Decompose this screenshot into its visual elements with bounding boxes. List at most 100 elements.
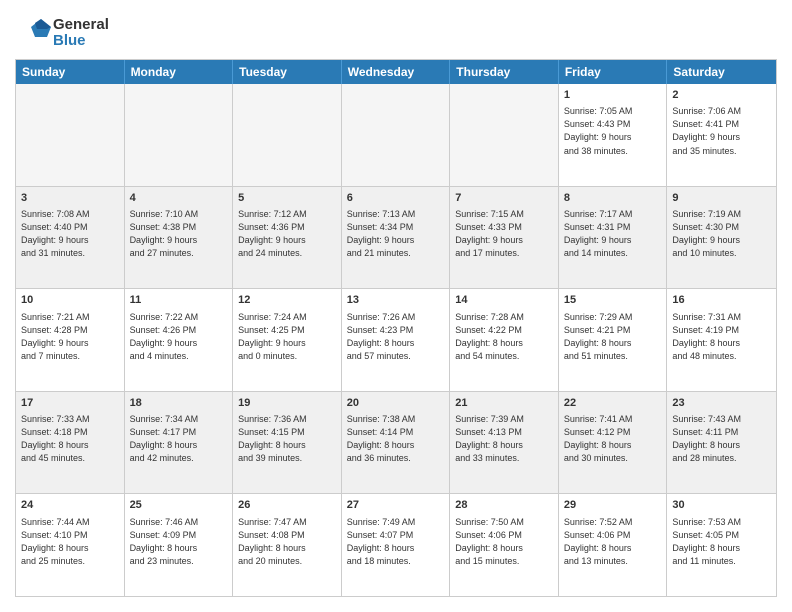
logo: General Blue (15, 15, 109, 51)
cal-cell: 13 Sunrise: 7:26 AM Sunset: 4:23 PM Dayli… (342, 289, 451, 391)
cell-info: Sunrise: 7:44 AM Sunset: 4:10 PM Dayligh… (21, 516, 119, 568)
cell-info: Sunrise: 7:49 AM Sunset: 4:07 PM Dayligh… (347, 516, 445, 568)
cell-info: Sunrise: 7:19 AM Sunset: 4:30 PM Dayligh… (672, 208, 771, 260)
cal-cell: 29 Sunrise: 7:52 AM Sunset: 4:06 PM Dayli… (559, 494, 668, 596)
day-number: 5 (238, 191, 336, 206)
cal-cell: 6 Sunrise: 7:13 AM Sunset: 4:34 PM Daylig… (342, 187, 451, 289)
cal-cell: 12 Sunrise: 7:24 AM Sunset: 4:25 PM Dayli… (233, 289, 342, 391)
cell-info: Sunrise: 7:13 AM Sunset: 4:34 PM Dayligh… (347, 208, 445, 260)
day-number: 4 (130, 191, 228, 206)
cal-header-day: Monday (125, 60, 234, 84)
day-number: 30 (672, 498, 771, 513)
cell-info: Sunrise: 7:22 AM Sunset: 4:26 PM Dayligh… (130, 311, 228, 363)
cell-info: Sunrise: 7:10 AM Sunset: 4:38 PM Dayligh… (130, 208, 228, 260)
cal-cell (342, 84, 451, 186)
day-number: 25 (130, 498, 228, 513)
day-number: 23 (672, 396, 771, 411)
cell-info: Sunrise: 7:33 AM Sunset: 4:18 PM Dayligh… (21, 413, 119, 465)
cal-cell: 23 Sunrise: 7:43 AM Sunset: 4:11 PM Dayli… (667, 392, 776, 494)
logo-svg (15, 15, 51, 51)
cal-header-day: Tuesday (233, 60, 342, 84)
cal-cell: 7 Sunrise: 7:15 AM Sunset: 4:33 PM Daylig… (450, 187, 559, 289)
cal-cell (16, 84, 125, 186)
day-number: 19 (238, 396, 336, 411)
cell-info: Sunrise: 7:53 AM Sunset: 4:05 PM Dayligh… (672, 516, 771, 568)
cell-info: Sunrise: 7:38 AM Sunset: 4:14 PM Dayligh… (347, 413, 445, 465)
cell-info: Sunrise: 7:17 AM Sunset: 4:31 PM Dayligh… (564, 208, 662, 260)
cal-cell: 5 Sunrise: 7:12 AM Sunset: 4:36 PM Daylig… (233, 187, 342, 289)
logo-line1: General (53, 17, 109, 34)
cell-info: Sunrise: 7:39 AM Sunset: 4:13 PM Dayligh… (455, 413, 553, 465)
cal-cell: 11 Sunrise: 7:22 AM Sunset: 4:26 PM Dayli… (125, 289, 234, 391)
day-number: 18 (130, 396, 228, 411)
cal-cell: 1 Sunrise: 7:05 AM Sunset: 4:43 PM Daylig… (559, 84, 668, 186)
day-number: 22 (564, 396, 662, 411)
day-number: 6 (347, 191, 445, 206)
cell-info: Sunrise: 7:12 AM Sunset: 4:36 PM Dayligh… (238, 208, 336, 260)
day-number: 27 (347, 498, 445, 513)
cell-info: Sunrise: 7:21 AM Sunset: 4:28 PM Dayligh… (21, 311, 119, 363)
cal-cell: 19Sunrise: 7:36 AM Sunset: 4:15 PM Dayli… (233, 392, 342, 494)
cell-info: Sunrise: 7:05 AM Sunset: 4:43 PM Dayligh… (564, 105, 662, 157)
day-number: 28 (455, 498, 553, 513)
cal-cell: 10 Sunrise: 7:21 AM Sunset: 4:28 PM Dayli… (16, 289, 125, 391)
calendar: SundayMondayTuesdayWednesdayThursdayFrid… (15, 59, 777, 597)
day-number: 10 (21, 293, 119, 308)
day-number: 13 (347, 293, 445, 308)
cal-week-row: 3Sunrise: 7:08 AM Sunset: 4:40 PM Daylig… (16, 187, 776, 290)
day-number: 14 (455, 293, 553, 308)
cal-cell: 28 Sunrise: 7:50 AM Sunset: 4:06 PM Dayli… (450, 494, 559, 596)
cal-cell: 14 Sunrise: 7:28 AM Sunset: 4:22 PM Dayli… (450, 289, 559, 391)
day-number: 11 (130, 293, 228, 308)
calendar-body: 1 Sunrise: 7:05 AM Sunset: 4:43 PM Daylig… (16, 84, 776, 596)
day-number: 7 (455, 191, 553, 206)
day-number: 16 (672, 293, 771, 308)
cell-info: Sunrise: 7:26 AM Sunset: 4:23 PM Dayligh… (347, 311, 445, 363)
cal-cell: 8Sunrise: 7:17 AM Sunset: 4:31 PM Daylig… (559, 187, 668, 289)
page: General Blue SundayMondayTuesdayWednesda… (0, 0, 792, 612)
cal-week-row: 10 Sunrise: 7:21 AM Sunset: 4:28 PM Dayli… (16, 289, 776, 392)
day-number: 12 (238, 293, 336, 308)
day-number: 29 (564, 498, 662, 513)
cal-header-day: Saturday (667, 60, 776, 84)
header: General Blue (15, 15, 777, 51)
cal-cell: 15 Sunrise: 7:29 AM Sunset: 4:21 PM Dayli… (559, 289, 668, 391)
cal-cell: 3Sunrise: 7:08 AM Sunset: 4:40 PM Daylig… (16, 187, 125, 289)
day-number: 1 (564, 88, 662, 103)
cal-cell: 21 Sunrise: 7:39 AM Sunset: 4:13 PM Dayli… (450, 392, 559, 494)
logo-line2: Blue (53, 33, 109, 50)
cell-info: Sunrise: 7:29 AM Sunset: 4:21 PM Dayligh… (564, 311, 662, 363)
cell-info: Sunrise: 7:28 AM Sunset: 4:22 PM Dayligh… (455, 311, 553, 363)
cal-header-day: Thursday (450, 60, 559, 84)
cell-info: Sunrise: 7:52 AM Sunset: 4:06 PM Dayligh… (564, 516, 662, 568)
cell-info: Sunrise: 7:06 AM Sunset: 4:41 PM Dayligh… (672, 105, 771, 157)
day-number: 3 (21, 191, 119, 206)
day-number: 15 (564, 293, 662, 308)
cal-cell: 18Sunrise: 7:34 AM Sunset: 4:17 PM Dayli… (125, 392, 234, 494)
cal-week-row: 24 Sunrise: 7:44 AM Sunset: 4:10 PM Dayli… (16, 494, 776, 596)
cell-info: Sunrise: 7:46 AM Sunset: 4:09 PM Dayligh… (130, 516, 228, 568)
cell-info: Sunrise: 7:15 AM Sunset: 4:33 PM Dayligh… (455, 208, 553, 260)
cell-info: Sunrise: 7:31 AM Sunset: 4:19 PM Dayligh… (672, 311, 771, 363)
cal-header-day: Wednesday (342, 60, 451, 84)
cal-cell: 24 Sunrise: 7:44 AM Sunset: 4:10 PM Dayli… (16, 494, 125, 596)
cell-info: Sunrise: 7:24 AM Sunset: 4:25 PM Dayligh… (238, 311, 336, 363)
cal-cell: 22Sunrise: 7:41 AM Sunset: 4:12 PM Dayli… (559, 392, 668, 494)
cell-info: Sunrise: 7:43 AM Sunset: 4:11 PM Dayligh… (672, 413, 771, 465)
cal-cell: 4 Sunrise: 7:10 AM Sunset: 4:38 PM Daylig… (125, 187, 234, 289)
day-number: 9 (672, 191, 771, 206)
cal-cell: 17 Sunrise: 7:33 AM Sunset: 4:18 PM Dayli… (16, 392, 125, 494)
day-number: 24 (21, 498, 119, 513)
cal-cell: 16 Sunrise: 7:31 AM Sunset: 4:19 PM Dayli… (667, 289, 776, 391)
cal-header-day: Sunday (16, 60, 125, 84)
day-number: 17 (21, 396, 119, 411)
cal-cell: 20 Sunrise: 7:38 AM Sunset: 4:14 PM Dayli… (342, 392, 451, 494)
day-number: 20 (347, 396, 445, 411)
cal-cell (450, 84, 559, 186)
cell-info: Sunrise: 7:50 AM Sunset: 4:06 PM Dayligh… (455, 516, 553, 568)
cal-week-row: 1 Sunrise: 7:05 AM Sunset: 4:43 PM Daylig… (16, 84, 776, 187)
day-number: 21 (455, 396, 553, 411)
cal-cell: 30 Sunrise: 7:53 AM Sunset: 4:05 PM Dayli… (667, 494, 776, 596)
cal-cell (125, 84, 234, 186)
cal-cell: 27 Sunrise: 7:49 AM Sunset: 4:07 PM Dayli… (342, 494, 451, 596)
